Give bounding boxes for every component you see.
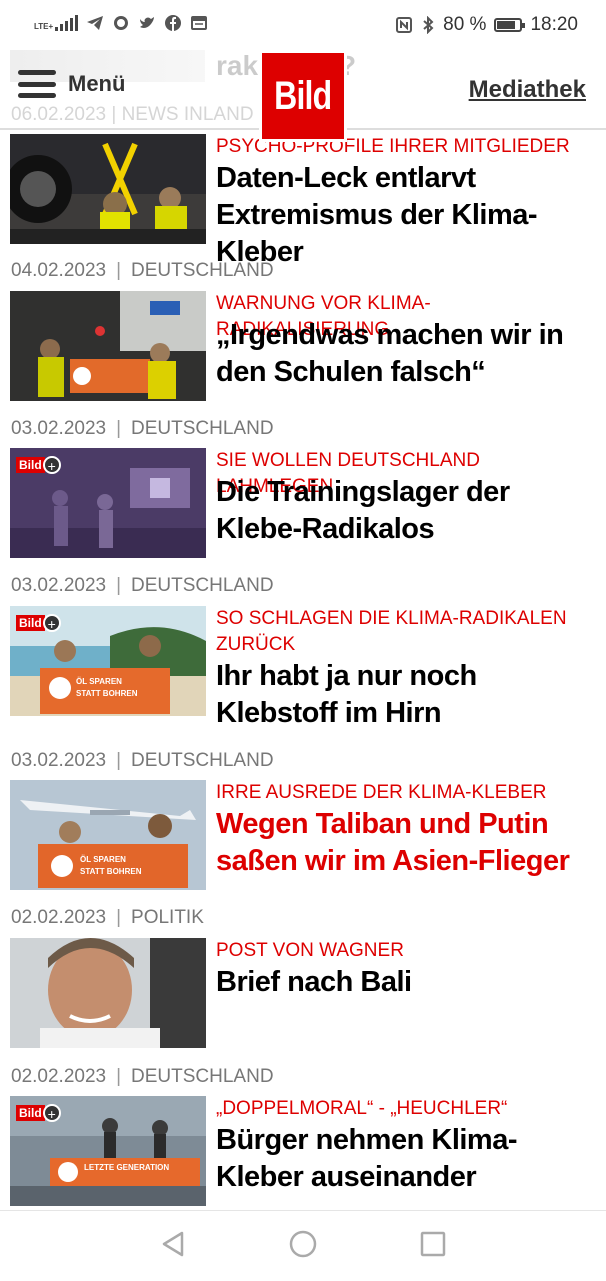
status-bar: LTE+ 80 % 18:20 <box>0 0 606 50</box>
article-category[interactable]: DEUTSCHLAND <box>131 418 274 440</box>
article-headline[interactable]: Brief nach Bali <box>216 964 596 1001</box>
meta-separator: | <box>116 907 122 928</box>
recent-apps-icon[interactable] <box>418 1229 448 1259</box>
article-thumbnail[interactable] <box>10 938 206 1048</box>
article-date: 02.02.2023 <box>11 907 107 928</box>
bluetooth-icon <box>423 16 434 34</box>
sign-text: ÖL SPAREN <box>80 855 126 864</box>
sign-text: ÖL SPAREN <box>76 677 122 686</box>
article-thumbnail[interactable]: LETZTE GENERATION Bild + <box>10 1096 206 1206</box>
article-category[interactable]: POLITIK <box>131 907 204 929</box>
article-date: 03.02.2023 <box>11 575 107 596</box>
article-headline[interactable]: Ihr habt ja nur noch Klebstoff im Hirn <box>216 658 596 732</box>
article-headline[interactable]: Die Trainingslager der Klebe-Radikalos <box>216 474 596 548</box>
meta-separator: | <box>116 260 122 281</box>
app-header: rake (1/5)? 06.02.2023 | NEWS INLAND Men… <box>0 50 606 142</box>
plus-icon: + <box>42 614 61 632</box>
bild-plus-badge: Bild + <box>16 1104 61 1122</box>
bild-logo[interactable]: Bild <box>259 50 347 142</box>
bild-plus-badge: Bild + <box>16 614 61 632</box>
article-kicker: POST VON WAGNER <box>216 940 404 961</box>
back-icon[interactable] <box>158 1229 188 1259</box>
article-category[interactable]: DEUTSCHLAND <box>131 575 274 597</box>
article-date: 04.02.2023 <box>11 260 107 281</box>
telegram-icon <box>87 16 104 30</box>
article-meta: 02.02.2023 | DEUTSCHLAND <box>11 1066 274 1088</box>
system-navigation-bar <box>0 1210 606 1281</box>
news-icon <box>191 16 208 30</box>
article-thumbnail[interactable] <box>10 291 206 401</box>
article-headline[interactable]: „Irgendwas machen wir in den Schulen fal… <box>216 317 596 391</box>
article-category[interactable]: DEUTSCHLAND <box>131 1066 274 1088</box>
article-category[interactable]: DEUTSCHLAND <box>131 260 274 282</box>
article-card[interactable]: WARNUNG VOR KLIMA-RADIKALISIERUNG „Irgen… <box>10 291 596 401</box>
twitter-icon <box>140 17 155 28</box>
battery-icon <box>494 18 526 32</box>
article-date: 03.02.2023 <box>11 418 107 439</box>
menu-label: Menü <box>68 71 126 96</box>
sign-text: STATT BOHREN <box>80 867 142 876</box>
status-right: 80 % 18:20 <box>395 14 578 36</box>
article-thumbnail[interactable]: ÖL SPAREN STATT BOHREN <box>10 780 206 890</box>
meta-separator: | <box>116 750 122 771</box>
article-card[interactable]: LETZTE GENERATION Bild + „DOPPELMORAL“ -… <box>10 1096 596 1206</box>
banner-text: LETZTE GENERATION <box>84 1163 169 1172</box>
plus-icon: + <box>42 1104 61 1122</box>
article-meta: 02.02.2023 | POLITIK <box>11 907 204 929</box>
article-category[interactable]: DEUTSCHLAND <box>131 750 274 772</box>
hamburger-icon <box>18 70 56 98</box>
logo-text: Bild <box>274 73 332 118</box>
article-headline[interactable]: Wegen Taliban und Putin saßen wir im Asi… <box>216 806 596 880</box>
article-card[interactable]: POST VON WAGNER Brief nach Bali <box>10 938 596 1048</box>
article-kicker: SO SCHLAGEN DIE KLIMA-RADIKALEN ZURÜCK <box>216 608 567 655</box>
article-thumbnail[interactable]: Bild + <box>10 448 206 558</box>
bild-badge-label: Bild <box>16 457 45 473</box>
article-meta: 04.02.2023 | DEUTSCHLAND <box>11 260 274 282</box>
article-thumbnail[interactable]: ÖL SPAREN STATT BOHREN Bild + <box>10 606 206 716</box>
article-date: 02.02.2023 <box>11 1066 107 1087</box>
article-headline[interactable]: Daten-Leck entlarvt Extremismus der Klim… <box>216 160 596 271</box>
home-icon[interactable] <box>288 1229 318 1259</box>
meta-separator: | <box>116 1066 122 1087</box>
battery-percent: 80 % <box>443 14 487 35</box>
article-date: 03.02.2023 <box>11 750 107 771</box>
sign-text: STATT BOHREN <box>76 689 138 698</box>
article-headline[interactable]: Bürger nehmen Klima-Kleber auseinander <box>216 1122 596 1196</box>
whatsapp-icon <box>114 16 129 30</box>
partial-meta: 06.02.2023 | NEWS INLAND <box>11 104 254 125</box>
article-meta: 03.02.2023 | DEUTSCHLAND <box>11 575 274 597</box>
facebook-icon <box>165 15 182 31</box>
article-card[interactable]: PSYCHO-PROFILE IHRER MITGLIEDER Daten-Le… <box>10 134 596 268</box>
clock: 18:20 <box>530 14 578 35</box>
article-thumbnail[interactable] <box>10 134 206 244</box>
meta-separator: | <box>116 575 122 596</box>
article-card[interactable]: ÖL SPAREN STATT BOHREN Bild + SO SCHLAGE… <box>10 606 596 729</box>
bild-badge-label: Bild <box>16 1105 45 1121</box>
article-card[interactable]: Bild + SIE WOLLEN DEUTSCHLAND LAHMLEGEN … <box>10 448 596 558</box>
mediathek-link[interactable]: Mediathek <box>469 76 586 104</box>
article-meta: 03.02.2023 | DEUTSCHLAND <box>11 750 274 772</box>
article-kicker: IRRE AUSREDE DER KLIMA-KLEBER <box>216 782 547 803</box>
article-meta: 03.02.2023 | DEUTSCHLAND <box>11 418 274 440</box>
bild-badge-label: Bild <box>16 615 45 631</box>
bild-plus-badge: Bild + <box>16 456 61 474</box>
network-type: LTE+ <box>34 22 54 31</box>
article-kicker: „DOPPELMORAL“ - „HEUCHLER“ <box>216 1098 508 1119</box>
nfc-icon <box>396 17 413 33</box>
menu-button[interactable]: Menü <box>18 70 125 98</box>
article-card[interactable]: ÖL SPAREN STATT BOHREN IRRE AUSREDE DER … <box>10 780 596 890</box>
meta-separator: | <box>116 418 122 439</box>
plus-icon: + <box>42 456 61 474</box>
signal-icon: LTE+ <box>34 15 79 31</box>
status-left: LTE+ <box>34 14 208 32</box>
